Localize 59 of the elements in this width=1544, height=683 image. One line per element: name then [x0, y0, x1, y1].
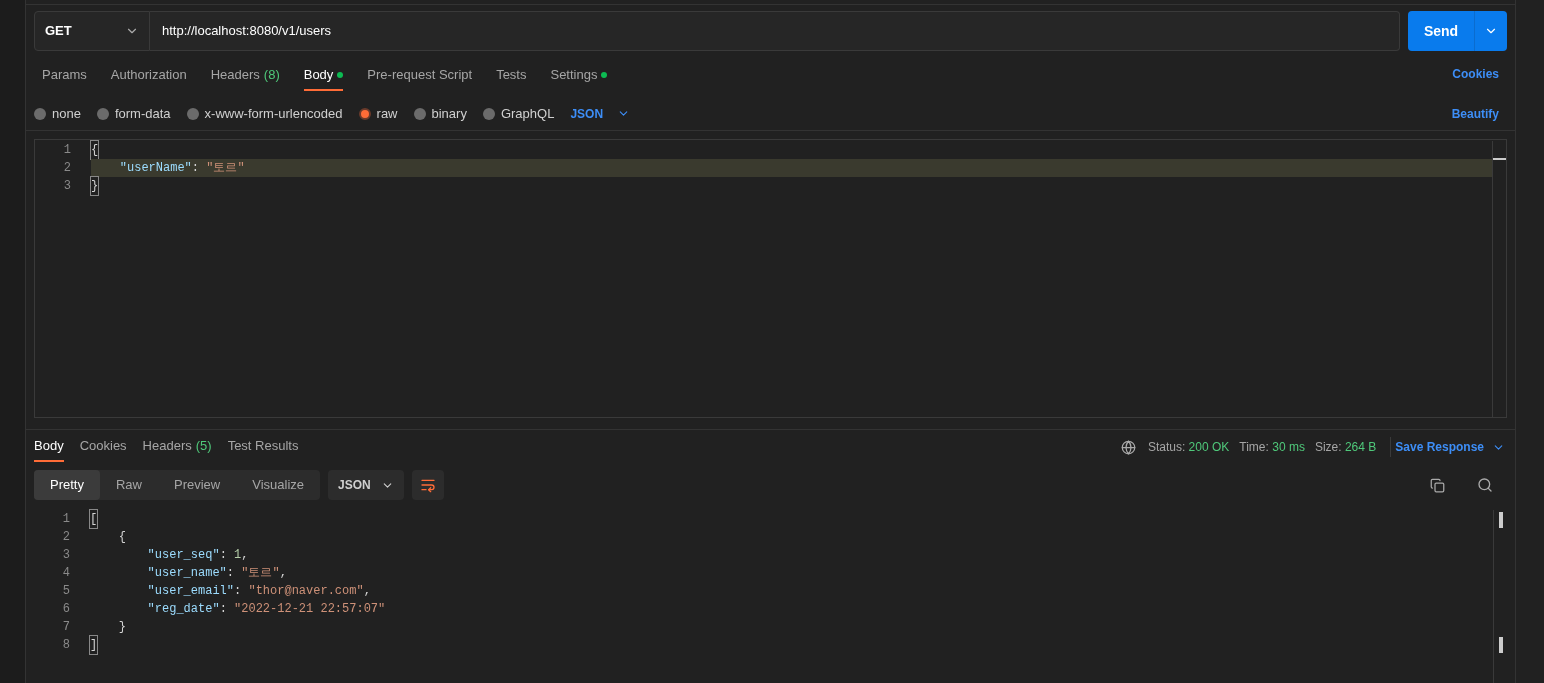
body-type-radio[interactable]: GraphQL: [482, 103, 555, 124]
line-number: 1: [61, 511, 70, 528]
body-type-radio[interactable]: x-www-form-urlencoded: [186, 103, 343, 124]
line-number: 7: [61, 619, 70, 636]
wrap-lines-button[interactable]: [412, 470, 445, 500]
code-line: [: [90, 510, 1493, 528]
line-number: 1: [62, 142, 71, 159]
line-number: 4: [61, 565, 70, 582]
view-mode-tab[interactable]: Visualize: [236, 470, 321, 500]
line-number: 3: [61, 547, 70, 564]
save-response-button[interactable]: Save Response: [1395, 438, 1505, 456]
line-number: 5: [61, 583, 70, 600]
response-tab[interactable]: Headers (5): [142, 432, 212, 462]
response-tab[interactable]: Test Results: [227, 432, 299, 462]
cookies-link[interactable]: Cookies: [1452, 65, 1499, 83]
body-type-radio[interactable]: none: [34, 103, 81, 124]
view-mode-tab[interactable]: Raw: [99, 470, 158, 500]
request-tab[interactable]: Authorization: [110, 57, 187, 91]
response-tab[interactable]: Body: [34, 432, 64, 462]
request-tab[interactable]: Headers (8): [210, 57, 280, 91]
code-line: "reg_date": "2022-12-21 22:57:07": [146, 601, 387, 618]
request-tab[interactable]: Settings: [550, 57, 608, 91]
body-type-radio[interactable]: binary: [413, 103, 467, 124]
view-mode-tab[interactable]: Pretty: [34, 470, 100, 500]
beautify-link[interactable]: Beautify: [1451, 104, 1499, 123]
line-number: 6: [61, 601, 70, 618]
search-icon[interactable]: [1477, 477, 1493, 493]
method-select[interactable]: GET: [34, 11, 150, 51]
code-line: "user_name": "토르",: [146, 565, 288, 582]
request-tab[interactable]: Pre-request Script: [367, 57, 473, 91]
response-meta: Size: 264 B: [1314, 439, 1377, 456]
response-tab[interactable]: Cookies: [79, 432, 127, 462]
request-tab[interactable]: Tests: [496, 57, 527, 91]
globe-icon[interactable]: [1120, 439, 1136, 455]
request-tab[interactable]: Params: [42, 57, 87, 91]
code-line: ]: [90, 636, 1493, 654]
code-line: "user_seq": 1,: [146, 547, 250, 564]
line-number: 8: [61, 637, 70, 654]
line-number: 2: [61, 529, 70, 546]
copy-icon[interactable]: [1430, 477, 1445, 493]
request-tab[interactable]: Body: [303, 57, 344, 91]
response-format-select[interactable]: JSON: [328, 470, 405, 500]
request-body-editor[interactable]: 1 { 2 "userName": "토르" 3 }: [34, 139, 1507, 418]
body-type-radio[interactable]: raw: [358, 103, 398, 124]
view-mode-tab[interactable]: Preview: [158, 470, 237, 500]
line-number: 2: [62, 160, 71, 177]
response-meta: Status: 200 OK: [1147, 439, 1230, 456]
code-line: }: [117, 619, 127, 636]
code-line: "user_email": "thor@naver.com",: [146, 583, 372, 600]
body-type-radio[interactable]: form-data: [96, 103, 171, 124]
line-number: 3: [62, 178, 71, 195]
code-line: }: [91, 177, 1492, 195]
url-field[interactable]: http://localhost:8080/v1/users: [150, 11, 1400, 51]
code-line: {: [117, 529, 127, 546]
response-meta: Time: 30 ms: [1239, 439, 1305, 456]
send-button[interactable]: Send: [1408, 11, 1475, 51]
format-select[interactable]: JSON: [570, 104, 631, 123]
wrap-text-icon: [420, 477, 437, 493]
code-line: {: [91, 141, 1492, 159]
